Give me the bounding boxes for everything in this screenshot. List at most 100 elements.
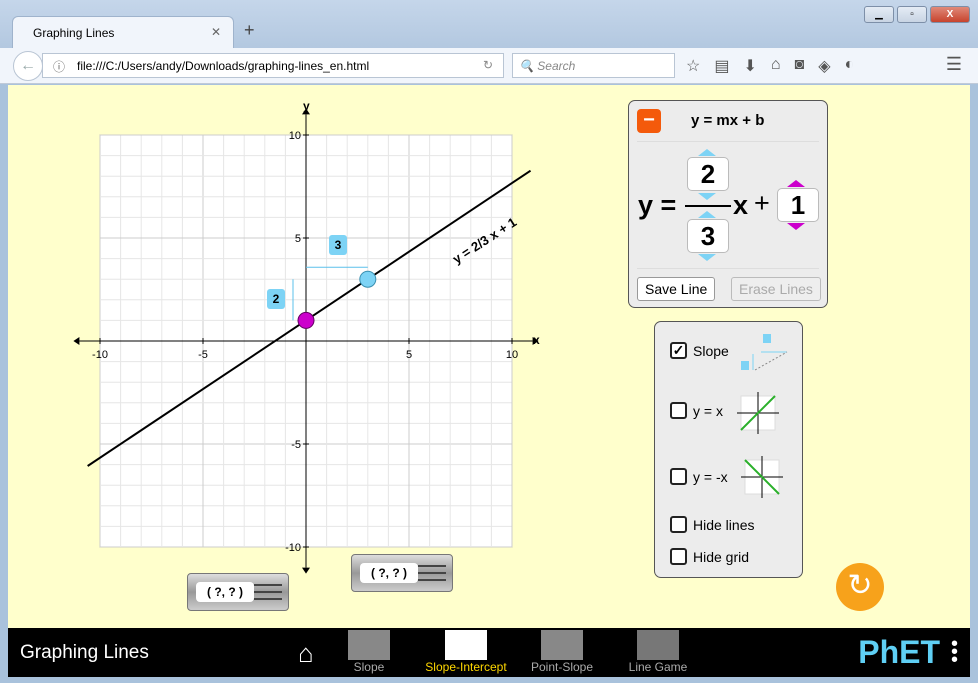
more-options-icon[interactable]: • • • bbox=[951, 634, 958, 670]
point-probe-right[interactable]: ( ?, ? ) bbox=[351, 554, 453, 592]
run-up-arrow[interactable] bbox=[698, 211, 716, 218]
rise-down-arrow[interactable] bbox=[698, 193, 716, 200]
rise-up-arrow[interactable] bbox=[698, 149, 716, 156]
point-probe-left[interactable]: ( ?, ? ) bbox=[187, 573, 289, 611]
point-slope-screen-icon bbox=[541, 630, 583, 660]
plus-sign: + bbox=[754, 188, 770, 218]
x-axis-arrow bbox=[73, 337, 80, 345]
phet-logo[interactable]: PhET bbox=[858, 634, 940, 671]
slope-checkbox[interactable]: ✓ Slope bbox=[670, 342, 729, 359]
erase-lines-button[interactable]: Erase Lines bbox=[731, 277, 821, 301]
maximize-button[interactable]: ▫ bbox=[897, 6, 927, 23]
rise-spinner[interactable]: 2 bbox=[687, 157, 729, 191]
options-panel: ✓ Slope y = x y = -x Hide lines Hide grid bbox=[654, 321, 803, 578]
checkbox-checked-icon: ✓ bbox=[670, 342, 687, 359]
option-label: Slope bbox=[693, 342, 729, 359]
probe-grip-icon bbox=[418, 565, 446, 581]
x-tick-label: 5 bbox=[406, 349, 412, 361]
new-tab-icon[interactable]: + bbox=[244, 20, 255, 41]
y-equals-neg-x-checkbox[interactable]: y = -x bbox=[670, 468, 728, 485]
slope-screen-icon bbox=[348, 630, 390, 660]
home-button[interactable]: ⌂ bbox=[298, 638, 314, 669]
navigation-bar: Graphing Lines ⌂ Slope Slope-Intercept P… bbox=[8, 628, 970, 677]
y-equals-x-checkbox[interactable]: y = x bbox=[670, 402, 723, 419]
option-label: Hide grid bbox=[693, 548, 750, 565]
smiley-icon bbox=[637, 630, 679, 660]
screen-slope[interactable]: Slope bbox=[339, 630, 399, 674]
y-axis-arrow bbox=[302, 567, 310, 574]
screen-label: Slope bbox=[353, 660, 385, 674]
url-text: file:///C:/Users/andy/Downloads/graphing… bbox=[77, 59, 370, 73]
hamburger-menu-icon[interactable]: ☰ bbox=[946, 54, 962, 75]
checkbox-icon bbox=[670, 548, 687, 565]
option-label: Hide lines bbox=[693, 516, 755, 533]
equation-panel: − y = mx + b y = 2 3 x + 1 Save Line Era… bbox=[628, 100, 828, 308]
reading-list-icon[interactable]: ▤ bbox=[714, 56, 729, 76]
tab-title: Graphing Lines bbox=[33, 26, 115, 40]
intercept-spinner[interactable]: 1 bbox=[777, 188, 819, 222]
checkbox-icon bbox=[670, 468, 687, 485]
screen-label: Slope-Intercept bbox=[425, 660, 507, 674]
y-equals: y = bbox=[638, 190, 677, 220]
slope-icon bbox=[741, 334, 788, 371]
equation-title: y = mx + b bbox=[691, 112, 765, 129]
nav-bar: ← ⓘ file:///C:/Users/andy/Downloads/graph… bbox=[0, 48, 978, 84]
home-icon[interactable]: ⌂ bbox=[771, 56, 781, 76]
hide-grid-checkbox[interactable]: Hide grid bbox=[670, 548, 749, 565]
bookmark-star-icon[interactable]: ☆ bbox=[686, 56, 700, 76]
search-placeholder: Search bbox=[537, 59, 576, 73]
save-line-button[interactable]: Save Line bbox=[637, 277, 716, 301]
run-down-arrow[interactable] bbox=[698, 254, 716, 261]
close-window-button[interactable]: X bbox=[930, 6, 970, 23]
y-equals-x-icon bbox=[737, 392, 779, 434]
intercept-point-handle[interactable] bbox=[297, 311, 315, 329]
checkbox-icon bbox=[670, 516, 687, 533]
y-axis-label: y bbox=[303, 99, 310, 113]
y-tick-label: 10 bbox=[289, 130, 301, 142]
sim-area: -10 -10 -5 -5 5 5 10 10 x y y = 2/3 x + 1 2 3 (… bbox=[8, 85, 970, 628]
x-tick-label: -5 bbox=[198, 349, 208, 361]
back-button[interactable]: ← bbox=[13, 51, 43, 81]
y-equals-neg-x-icon bbox=[741, 456, 783, 498]
option-label: y = -x bbox=[693, 468, 728, 485]
minimize-button[interactable]: ▁ bbox=[864, 6, 894, 23]
option-label: y = x bbox=[693, 402, 723, 419]
y-tick-label: -5 bbox=[291, 439, 301, 451]
y-tick-label: 5 bbox=[295, 233, 301, 245]
extension-icon[interactable]: ◈ bbox=[818, 56, 830, 76]
reset-all-button[interactable]: ↻ bbox=[836, 563, 884, 611]
intercept-up-arrow[interactable] bbox=[787, 180, 805, 187]
url-bar[interactable]: ⓘ file:///C:/Users/andy/Downloads/graphin… bbox=[42, 53, 504, 78]
app-title: Graphing Lines bbox=[20, 642, 149, 663]
fraction-bar bbox=[685, 205, 731, 207]
x-tick-label: 10 bbox=[506, 349, 518, 361]
slope-point-handle[interactable] bbox=[359, 270, 377, 288]
hide-lines-checkbox[interactable]: Hide lines bbox=[670, 516, 754, 533]
screen-slope-intercept[interactable]: Slope-Intercept bbox=[420, 630, 512, 674]
screen-point-slope[interactable]: Point-Slope bbox=[526, 630, 598, 674]
y-tick-label: -10 bbox=[285, 542, 301, 554]
title-bar: Graphing Lines ✕ + ▁ ▫ X bbox=[0, 0, 978, 48]
pocket-icon[interactable]: ◙ bbox=[795, 56, 805, 76]
download-icon[interactable]: ⬇ bbox=[743, 56, 756, 76]
browser-tab[interactable]: Graphing Lines ✕ bbox=[12, 16, 234, 48]
addon-icon[interactable]: ◐ bbox=[845, 56, 855, 76]
probe-value: ( ?, ? ) bbox=[360, 563, 418, 583]
screen-line-game[interactable]: Line Game bbox=[622, 630, 694, 674]
reload-icon[interactable]: ↻ bbox=[483, 58, 493, 72]
collapse-button[interactable]: − bbox=[637, 109, 661, 133]
screen-label: Point-Slope bbox=[530, 660, 594, 674]
checkbox-icon bbox=[670, 402, 687, 419]
info-icon[interactable]: ⓘ bbox=[53, 58, 65, 75]
x-axis-label: x bbox=[533, 333, 540, 347]
intercept-down-arrow[interactable] bbox=[787, 223, 805, 230]
rise-label: 2 bbox=[267, 289, 285, 309]
probe-grip-icon bbox=[254, 584, 282, 600]
search-input[interactable]: 🔍 Search bbox=[512, 53, 675, 78]
probe-value: ( ?, ? ) bbox=[196, 582, 254, 602]
run-label: 3 bbox=[329, 235, 347, 255]
run-spinner[interactable]: 3 bbox=[687, 219, 729, 253]
close-tab-icon[interactable]: ✕ bbox=[211, 25, 221, 39]
screen-label: Line Game bbox=[628, 660, 688, 674]
x-term: x bbox=[733, 190, 749, 220]
